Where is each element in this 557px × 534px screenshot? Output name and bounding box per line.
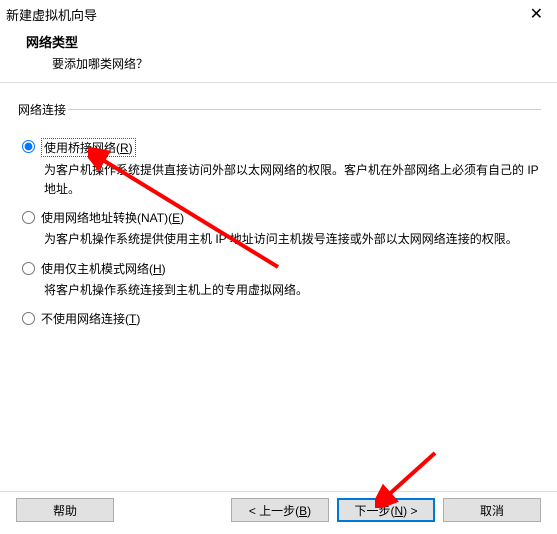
title-bar: 新建虚拟机向导 ✕ bbox=[0, 0, 557, 26]
wizard-body: 网络连接 使用桥接网络(R) 为客户机操作系统提供直接访问外部以太网网络的权限。… bbox=[0, 83, 557, 327]
option-bridged: 使用桥接网络(R) 为客户机操作系统提供直接访问外部以太网网络的权限。客户机在外… bbox=[22, 138, 541, 199]
close-icon[interactable]: ✕ bbox=[524, 4, 549, 24]
option-none-text: 不使用网络连接(T) bbox=[41, 310, 140, 327]
group-legend: 网络连接 bbox=[18, 101, 68, 118]
cancel-button[interactable]: 取消 bbox=[443, 498, 541, 522]
option-hostonly-label[interactable]: 使用仅主机模式网络(H) bbox=[22, 260, 541, 277]
option-hostonly: 使用仅主机模式网络(H) 将客户机操作系统连接到主机上的专用虚拟网络。 bbox=[22, 260, 541, 300]
radio-hostonly[interactable] bbox=[22, 262, 35, 275]
option-hostonly-desc: 将客户机操作系统连接到主机上的专用虚拟网络。 bbox=[44, 281, 541, 300]
wizard-header: 网络类型 要添加哪类网络？ bbox=[0, 26, 557, 83]
window-title: 新建虚拟机向导 bbox=[6, 5, 97, 24]
option-none-label[interactable]: 不使用网络连接(T) bbox=[22, 310, 541, 327]
option-nat-label[interactable]: 使用网络地址转换(NAT)(E) bbox=[22, 209, 541, 226]
option-nat-text: 使用网络地址转换(NAT)(E) bbox=[41, 209, 184, 226]
option-none: 不使用网络连接(T) bbox=[22, 310, 541, 327]
option-hostonly-text: 使用仅主机模式网络(H) bbox=[41, 260, 166, 277]
option-nat: 使用网络地址转换(NAT)(E) 为客户机操作系统提供使用主机 IP 地址访问主… bbox=[22, 209, 541, 249]
next-button[interactable]: 下一步(N) > bbox=[337, 498, 435, 522]
option-bridged-text: 使用桥接网络(R) bbox=[41, 138, 136, 157]
page-title: 网络类型 bbox=[26, 32, 557, 51]
radio-bridged[interactable] bbox=[22, 140, 35, 153]
wizard-footer: 帮助 < 上一步(B) 下一步(N) > 取消 bbox=[0, 491, 557, 534]
back-button[interactable]: < 上一步(B) bbox=[231, 498, 329, 522]
page-subtitle: 要添加哪类网络？ bbox=[26, 51, 557, 72]
network-group: 网络连接 使用桥接网络(R) 为客户机操作系统提供直接访问外部以太网网络的权限。… bbox=[18, 101, 541, 327]
radio-none[interactable] bbox=[22, 312, 35, 325]
option-nat-desc: 为客户机操作系统提供使用主机 IP 地址访问主机拨号连接或外部以太网网络连接的权… bbox=[44, 230, 541, 249]
help-button[interactable]: 帮助 bbox=[16, 498, 114, 522]
option-bridged-label[interactable]: 使用桥接网络(R) bbox=[22, 138, 541, 157]
radio-nat[interactable] bbox=[22, 211, 35, 224]
option-bridged-desc: 为客户机操作系统提供直接访问外部以太网网络的权限。客户机在外部网络上必须有自己的… bbox=[44, 161, 541, 199]
